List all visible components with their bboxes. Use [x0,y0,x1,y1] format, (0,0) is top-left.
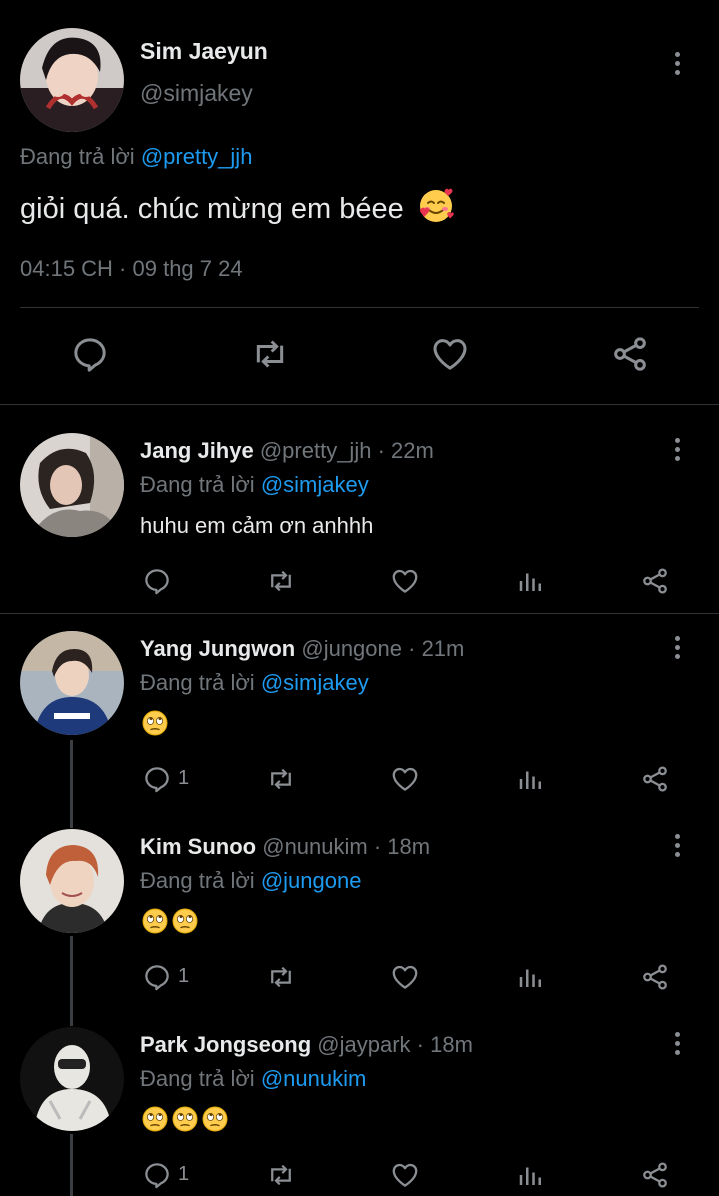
reply-icon[interactable] [142,764,172,794]
replying-prefix: Đang trả lời [140,1066,255,1091]
more-options-icon[interactable] [675,52,680,79]
thread-line [70,740,73,828]
divider [20,307,699,308]
eye-roll-emoji-icon [142,1106,168,1132]
reply-author-handle[interactable]: @pretty_jjh [260,438,372,463]
avatar-photo [20,433,124,537]
reply-time[interactable]: · 18m [417,1032,473,1057]
reply-author-name[interactable]: Yang Jungwon [140,636,295,661]
reply-icon[interactable] [142,566,172,596]
avatar-park-jongseong[interactable] [20,1027,124,1131]
reply-emoji-row [142,908,202,939]
avatar-yang-jungwon[interactable] [20,631,124,735]
replying-to-line: Đang trả lời @simjakey [140,670,369,696]
divider [0,613,719,614]
retweet-icon[interactable] [266,1160,296,1190]
retweet-icon[interactable] [250,334,290,374]
retweet-icon[interactable] [266,566,296,596]
avatar-photo [20,631,124,735]
replying-to-link[interactable]: @simjakey [261,670,369,695]
reply-icon[interactable] [70,334,110,374]
share-icon[interactable] [640,764,670,794]
avatar-photo [20,1027,124,1131]
replying-to-line: Đang trả lời @simjakey [140,472,369,498]
reply-emoji-row [142,1106,232,1137]
reply-author-name[interactable]: Park Jongseong [140,1032,311,1057]
more-options-icon[interactable] [675,438,680,465]
reply-time[interactable]: · 18m [374,834,430,859]
replying-to-line: Đang trả lời @nunukim [140,1066,366,1092]
avatar-kim-sunoo[interactable] [20,829,124,933]
replying-prefix: Đang trả lời [140,868,255,893]
thread-line [70,1134,73,1196]
replying-prefix: Đang trả lời [140,670,255,695]
reply-emoji-row [142,710,172,741]
replying-to-link[interactable]: @jungone [261,868,362,893]
author-name[interactable]: Sim Jaeyun [140,38,268,65]
author-handle[interactable]: @simjakey [140,80,253,107]
reply-author-name[interactable]: Kim Sunoo [140,834,256,859]
avatar-jang-jihye[interactable] [20,433,124,537]
divider [0,404,719,405]
like-icon[interactable] [390,962,420,992]
tweet-body: giỏi quá. chúc mừng em béee [20,193,404,225]
like-icon[interactable] [390,764,420,794]
reply-icon[interactable] [142,1160,172,1190]
share-icon[interactable] [610,334,650,374]
retweet-icon[interactable] [266,764,296,794]
like-icon[interactable] [390,1160,420,1190]
like-icon[interactable] [390,566,420,596]
more-options-icon[interactable] [675,1032,680,1059]
reply-header: Jang Jihye @pretty_jjh · 22m [140,438,434,464]
reply-count: 1 [178,965,190,987]
eye-roll-emoji-icon [202,1106,228,1132]
replying-to-line: Đang trả lời @jungone [140,868,361,894]
reply-header: Kim Sunoo @nunukim · 18m [140,834,430,860]
replying-to-line: Đang trả lời @pretty_jjh [20,144,252,170]
eye-roll-emoji-icon [172,1106,198,1132]
views-icon[interactable] [516,962,546,992]
retweet-icon[interactable] [266,962,296,992]
reply-icon[interactable] [142,962,172,992]
eye-roll-emoji-icon [142,908,168,934]
reply-header: Park Jongseong @jaypark · 18m [140,1032,473,1058]
reply-text: huhu em cảm ơn anhhh [140,513,374,538]
reply-author-handle[interactable]: @jaypark [317,1032,410,1057]
replying-prefix: Đang trả lời [140,472,255,497]
share-icon[interactable] [640,566,670,596]
like-icon[interactable] [430,334,470,374]
share-icon[interactable] [640,1160,670,1190]
reply-time[interactable]: · 21m [408,636,464,661]
reply-author-handle[interactable]: @jungone [301,636,402,661]
share-icon[interactable] [640,962,670,992]
avatar-photo [20,829,124,933]
more-options-icon[interactable] [675,636,680,663]
replying-to-link[interactable]: @simjakey [261,472,369,497]
smiling-face-with-hearts-icon [419,188,454,222]
tweet-timestamp[interactable]: 04:15 CH · 09 thg 7 24 [20,256,243,282]
avatar-sim-jaeyun[interactable] [20,28,124,132]
eye-roll-emoji-icon [172,908,198,934]
eye-roll-emoji-icon [142,710,168,736]
replying-prefix: Đang trả lời [20,144,135,169]
reply-count: 1 [178,767,190,789]
views-icon[interactable] [516,764,546,794]
avatar-photo [20,28,124,132]
replying-to-link[interactable]: @pretty_jjh [141,144,253,169]
replying-to-link[interactable]: @nunukim [261,1066,367,1091]
more-options-icon[interactable] [675,834,680,861]
thread-line [70,936,73,1026]
reply-count: 1 [178,1163,190,1185]
tweet-text: giỏi quá. chúc mừng em béee [20,188,454,226]
views-icon[interactable] [516,566,546,596]
reply-author-handle[interactable]: @nunukim [262,834,368,859]
reply-time[interactable]: · 22m [378,438,434,463]
reply-header: Yang Jungwon @jungone · 21m [140,636,464,662]
reply-author-name[interactable]: Jang Jihye [140,438,254,463]
views-icon[interactable] [516,1160,546,1190]
